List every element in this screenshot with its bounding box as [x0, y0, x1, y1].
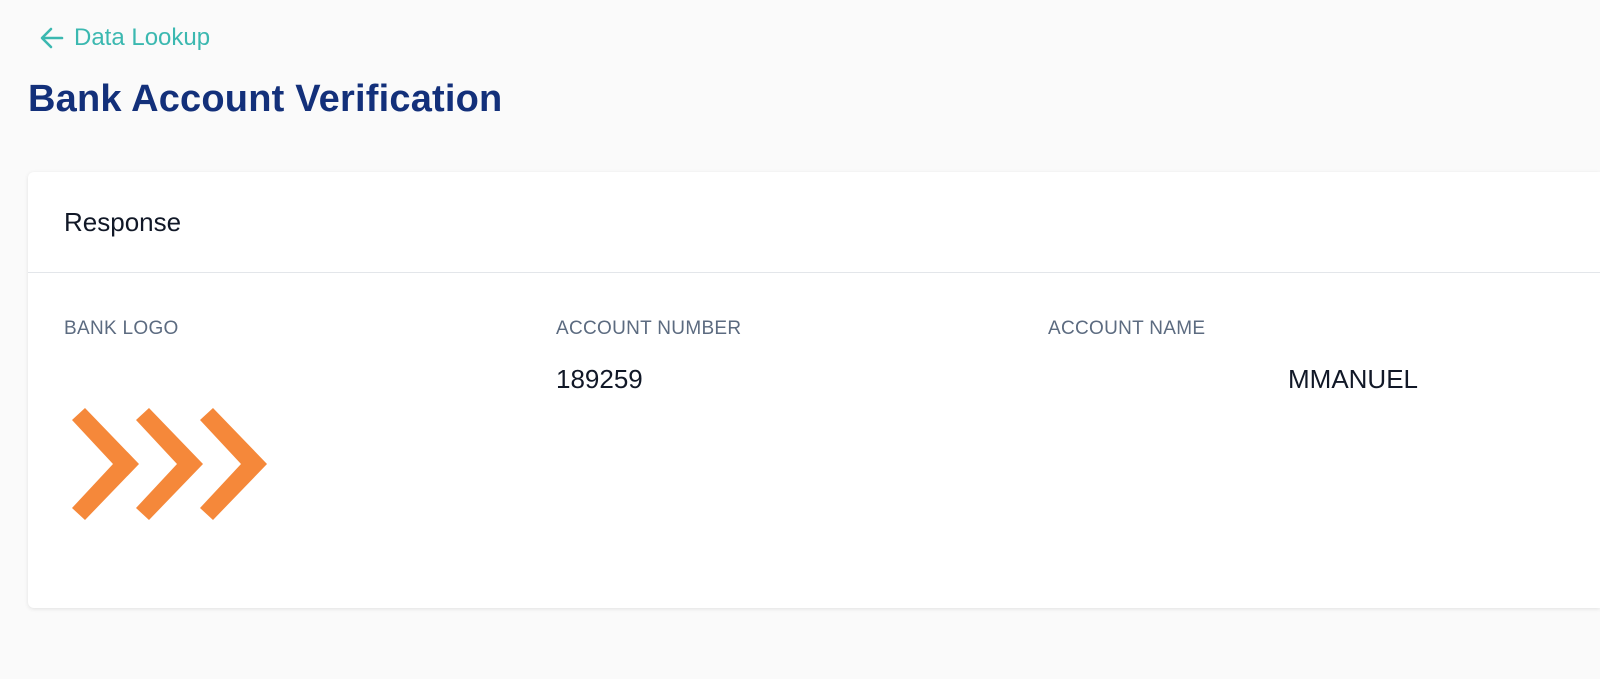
response-card-header: Response: [28, 172, 1600, 273]
account-name-value: MMANUEL: [1288, 364, 1419, 394]
bank-logo-label: BANK LOGO: [64, 318, 179, 339]
triple-chevron-logo-icon: [68, 408, 278, 520]
account-name-label: ACCOUNT NAME: [1048, 318, 1206, 339]
response-card-title: Response: [64, 206, 182, 237]
back-link-label: Data Lookup: [74, 24, 211, 51]
account-number-label: ACCOUNT NUMBER: [556, 318, 742, 339]
response-card: Response BANK LOGO ACCOUNT NUMBER ACCOUN…: [28, 172, 1600, 608]
arrow-left-icon: [38, 24, 66, 52]
account-number-value: 189259: [556, 364, 643, 394]
page-title: Bank Account Verification: [28, 78, 503, 120]
page: Data Lookup Bank Account Verification Re…: [0, 0, 1600, 679]
back-link[interactable]: Data Lookup: [38, 24, 210, 52]
